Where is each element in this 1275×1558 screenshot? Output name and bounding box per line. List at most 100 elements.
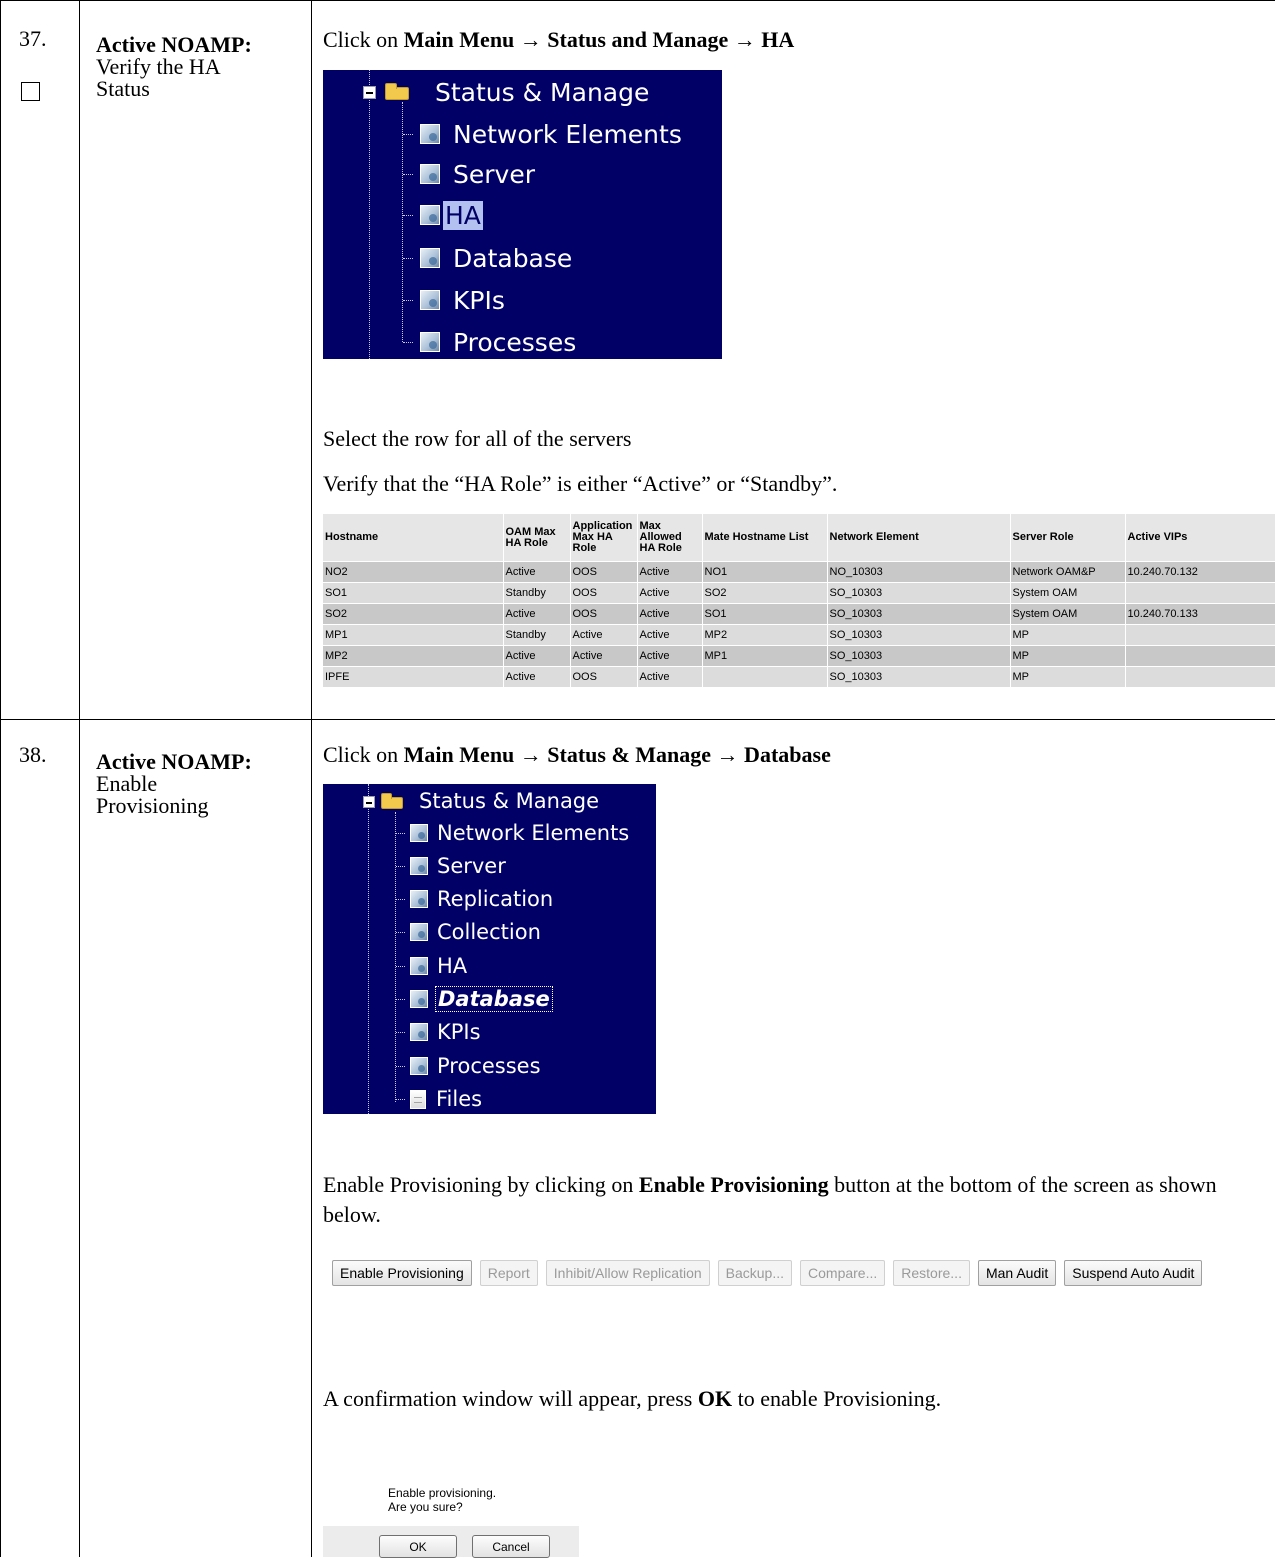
menu-item-network-elements[interactable]: Network Elements: [396, 818, 629, 848]
table-cell: System OAM: [1009, 603, 1125, 625]
step-checkbox[interactable]: [21, 82, 40, 101]
tree-connector: [403, 341, 413, 343]
table-cell: MP1: [701, 645, 827, 667]
menu-item-label: KPIs: [437, 1020, 481, 1044]
file-icon: [410, 1089, 426, 1109]
confirm-text-part: A confirmation window will appear, press: [323, 1386, 698, 1411]
table-cell: OOS: [569, 666, 637, 687]
table-cell: Active: [502, 603, 570, 625]
table-row[interactable]: IPFE Active OOS Active SO_10303 MP: [323, 666, 1275, 687]
table-row[interactable]: NO2 Active OOS Active NO1 NO_10303 Network OAM…: [323, 561, 1275, 583]
instruction-prefix: Click on: [323, 742, 404, 767]
table-row[interactable]: MP1 Standby Active Active MP2 SO_10303 MP: [323, 624, 1275, 646]
restore-button[interactable]: Restore...: [893, 1260, 970, 1286]
table-cell: Active: [569, 624, 637, 646]
column-header[interactable]: Application Max HA Role: [569, 514, 637, 562]
column-header[interactable]: OAM Max HA Role: [502, 514, 570, 562]
compare-button[interactable]: Compare...: [800, 1260, 886, 1286]
tree-connector: [403, 133, 413, 135]
ha-status-table: Hostname OAM Max HA Role Application Max…: [323, 514, 1275, 687]
instruction-path: Main Menu → Status & Manage → Database: [403, 742, 831, 767]
column-header[interactable]: Max Allowed HA Role: [636, 514, 702, 562]
tree-connector: [403, 257, 413, 259]
table-cell: SO1: [701, 603, 827, 625]
table-header-row: Hostname OAM Max HA Role Application Max…: [323, 514, 1275, 562]
menu-item-database[interactable]: Database: [396, 984, 553, 1014]
tree-connector: [403, 214, 413, 216]
confirmation-text: A confirmation window will appear, press…: [323, 1384, 941, 1414]
folder-icon: [385, 83, 409, 100]
status-manage-menu: Status & Manage Network Elements Server …: [323, 70, 722, 359]
backup-button[interactable]: Backup...: [717, 1260, 793, 1286]
menu-item-database[interactable]: Database: [403, 240, 572, 276]
menu-item-ha[interactable]: HA: [403, 197, 483, 233]
enable-provisioning-button[interactable]: Enable Provisioning: [332, 1260, 472, 1286]
column-header[interactable]: Hostname: [323, 514, 503, 562]
page-icon: [420, 248, 440, 268]
confirm-text-part: to enable Provisioning.: [732, 1386, 942, 1411]
table-cell: [701, 666, 827, 687]
menu-item-server[interactable]: Server: [403, 156, 535, 192]
suspend-auto-audit-button[interactable]: Suspend Auto Audit: [1064, 1260, 1203, 1286]
enable-provisioning-text: Enable Provisioning by clicking on Enabl…: [323, 1170, 1253, 1230]
step-title: Active NOAMP: Enable Provisioning: [96, 751, 296, 817]
table-cell: MP: [1009, 624, 1125, 646]
database-button-bar: Enable Provisioning Report Inhibit/Allow…: [332, 1260, 1203, 1286]
menu-item-replication[interactable]: Replication: [396, 884, 553, 914]
menu-item-label-selected: Database: [435, 986, 553, 1012]
column-header[interactable]: Mate Hostname List: [701, 514, 827, 562]
tree-connector: [403, 173, 413, 175]
instruction-line: Click on Main Menu → Status & Manage → D…: [323, 740, 831, 770]
menu-item-ha[interactable]: HA: [396, 951, 467, 981]
menu-item-label: Network Elements: [437, 821, 630, 845]
menu-item-processes[interactable]: Processes: [403, 324, 576, 359]
page-icon: [410, 957, 428, 975]
inhibit-allow-replication-button[interactable]: Inhibit/Allow Replication: [545, 1260, 710, 1286]
table-cell: SO_10303: [826, 582, 1010, 604]
table-cell: Active: [636, 561, 702, 583]
menu-root-label[interactable]: Status & Manage: [435, 74, 649, 110]
table-cell: Active: [502, 666, 570, 687]
table-cell: NO2: [323, 561, 503, 583]
ok-button[interactable]: OK: [379, 1535, 457, 1558]
table-cell: NO1: [701, 561, 827, 583]
table-cell: SO_10303: [826, 624, 1010, 646]
step-title-action: Enable Provisioning: [96, 771, 209, 818]
table-cell: SO_10303: [826, 645, 1010, 667]
table-row[interactable]: MP2 Active Active Active MP1 SO_10303 MP: [323, 645, 1275, 667]
column-header[interactable]: Server Role: [1009, 514, 1125, 562]
table-cell: MP: [1009, 666, 1125, 687]
menu-item-server[interactable]: Server: [396, 851, 506, 881]
step-title: Active NOAMP: Verify the HA Status: [96, 34, 296, 100]
table-cell: Active: [636, 645, 702, 667]
column-header[interactable]: Network Element: [826, 514, 1010, 562]
page-icon: [420, 290, 440, 310]
instruction-path: Main Menu → Status and Manage → HA: [403, 27, 795, 52]
menu-item-files[interactable]: Files: [396, 1084, 482, 1114]
collapse-icon[interactable]: [363, 86, 376, 99]
instruction-prefix: Click on: [323, 27, 404, 52]
man-audit-button[interactable]: Man Audit: [977, 1260, 1057, 1286]
menu-item-processes[interactable]: Processes: [396, 1051, 541, 1081]
table-cell: Active: [636, 624, 702, 646]
report-button[interactable]: Report: [479, 1260, 538, 1286]
menu-root-label[interactable]: Status & Manage: [419, 786, 599, 816]
row-divider: [0, 719, 1275, 720]
menu-item-label: Server: [437, 854, 506, 878]
table-row[interactable]: SO1 Standby OOS Active SO2 SO_10303 System OAM: [323, 582, 1275, 604]
cancel-button[interactable]: Cancel: [472, 1535, 550, 1558]
menu-item-kpis[interactable]: KPIs: [403, 282, 505, 318]
tree-connector: [396, 865, 405, 867]
menu-item-network-elements[interactable]: Network Elements: [403, 116, 682, 152]
menu-root-text: Status & Manage: [419, 789, 600, 813]
column-header[interactable]: Active VIPs: [1124, 514, 1275, 562]
confirm-dialog-message: Enable provisioning. Are you sure?: [388, 1486, 497, 1514]
table-border-left: [0, 0, 1, 1557]
tree-connector: [396, 898, 405, 900]
menu-item-collection[interactable]: Collection: [396, 917, 541, 947]
collapse-icon[interactable]: [363, 796, 375, 808]
menu-item-kpis[interactable]: KPIs: [396, 1017, 481, 1047]
table-cell: SO_10303: [826, 603, 1010, 625]
page-icon: [410, 990, 428, 1008]
table-row[interactable]: SO2 Active OOS Active SO1 SO_10303 System OAM 1…: [323, 603, 1275, 625]
